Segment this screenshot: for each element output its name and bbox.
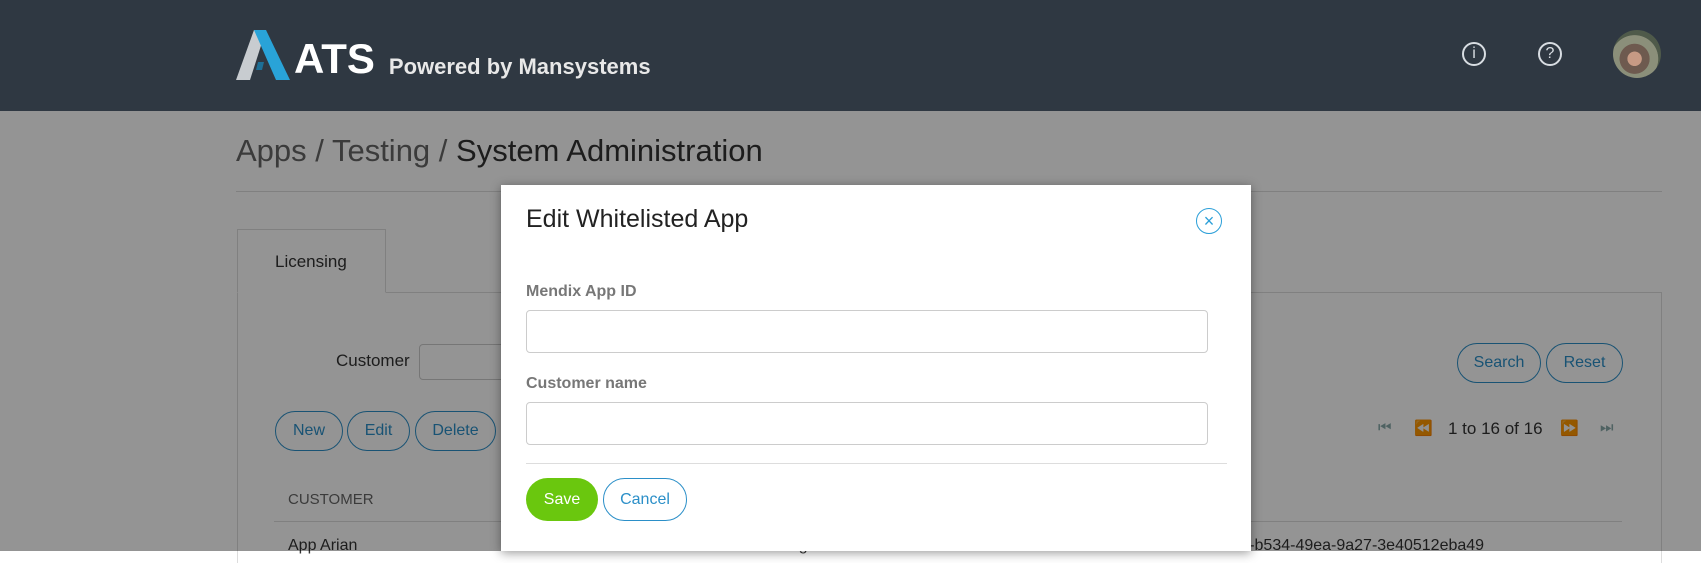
logo-subtitle: Powered by Mansystems (388, 54, 651, 79)
dialog-title: Edit Whitelisted App (526, 205, 749, 233)
mendix-app-id-label: Mendix App ID (526, 283, 637, 300)
save-button[interactable]: Save (526, 478, 598, 521)
mendix-app-id-input[interactable] (526, 310, 1208, 353)
ats-logo-mark-icon (236, 30, 290, 80)
logo-text: ATS (294, 35, 375, 82)
top-bar: ATS Powered by Mansystems i ? (0, 0, 1701, 111)
user-avatar[interactable] (1613, 30, 1661, 78)
edit-whitelisted-app-dialog: Edit Whitelisted App × Mendix App ID Cus… (501, 185, 1251, 551)
customer-name-label: Customer name (526, 375, 647, 392)
ats-logo[interactable]: ATS Powered by Mansystems (236, 30, 651, 80)
info-icon[interactable]: i (1462, 42, 1486, 66)
help-icon[interactable]: ? (1538, 42, 1562, 66)
close-icon[interactable]: × (1196, 208, 1222, 234)
customer-name-input[interactable] (526, 402, 1208, 445)
cancel-button[interactable]: Cancel (603, 478, 687, 521)
dialog-divider (526, 463, 1227, 464)
